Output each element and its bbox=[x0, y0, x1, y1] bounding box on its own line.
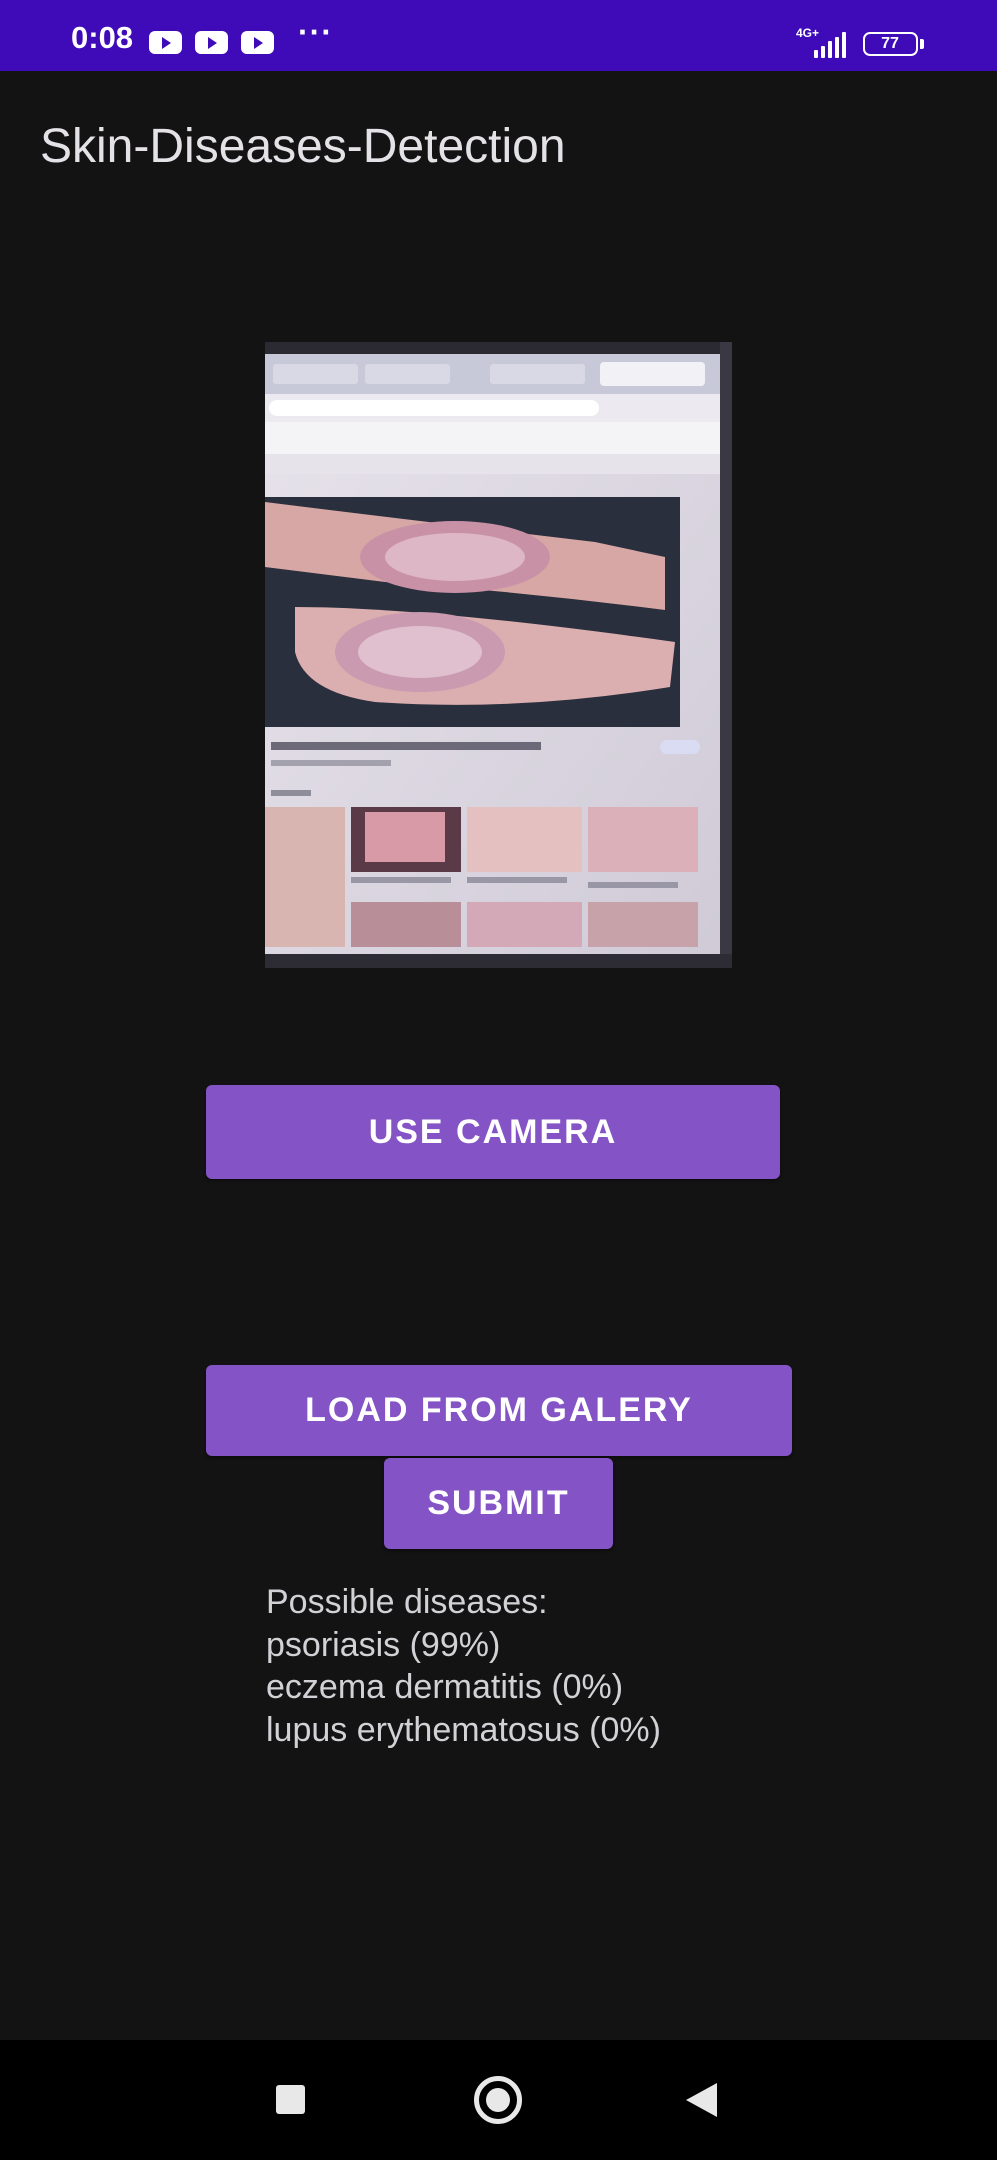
signal-icon bbox=[812, 32, 850, 58]
battery-level: 77 bbox=[881, 35, 899, 52]
status-bar: 0:08 ··· 4G+ 77 bbox=[0, 0, 997, 71]
app-screen: 0:08 ··· 4G+ 77 Skin-Diseases-Detection bbox=[0, 0, 997, 2160]
use-camera-button[interactable]: USE CAMERA bbox=[206, 1085, 780, 1179]
app-title: Skin-Diseases-Detection bbox=[40, 120, 566, 173]
youtube-icon bbox=[241, 31, 274, 54]
result-item: eczema dermatitis (0%) bbox=[266, 1668, 624, 1706]
selected-skin-photo bbox=[265, 342, 732, 968]
back-triangle-icon[interactable] bbox=[686, 2083, 717, 2117]
load-from-gallery-button[interactable]: LOAD FROM GALERY bbox=[206, 1365, 792, 1456]
submit-button[interactable]: SUBMIT bbox=[384, 1458, 613, 1549]
more-dots-icon: ··· bbox=[298, 14, 333, 50]
status-time: 0:08 bbox=[71, 20, 134, 55]
result-item: lupus erythematosus (0%) bbox=[266, 1710, 661, 1749]
result-item: psoriasis (99%) bbox=[266, 1625, 501, 1664]
youtube-icon bbox=[149, 31, 182, 54]
results-header: Possible diseases: bbox=[266, 1583, 548, 1621]
recents-square-icon[interactable] bbox=[276, 2085, 305, 2114]
home-circle-icon[interactable] bbox=[474, 2076, 522, 2124]
results-text: Possible diseases: psoriasis (99%) eczem… bbox=[266, 1581, 661, 1751]
battery-nub bbox=[920, 39, 924, 49]
youtube-icon bbox=[195, 31, 228, 54]
